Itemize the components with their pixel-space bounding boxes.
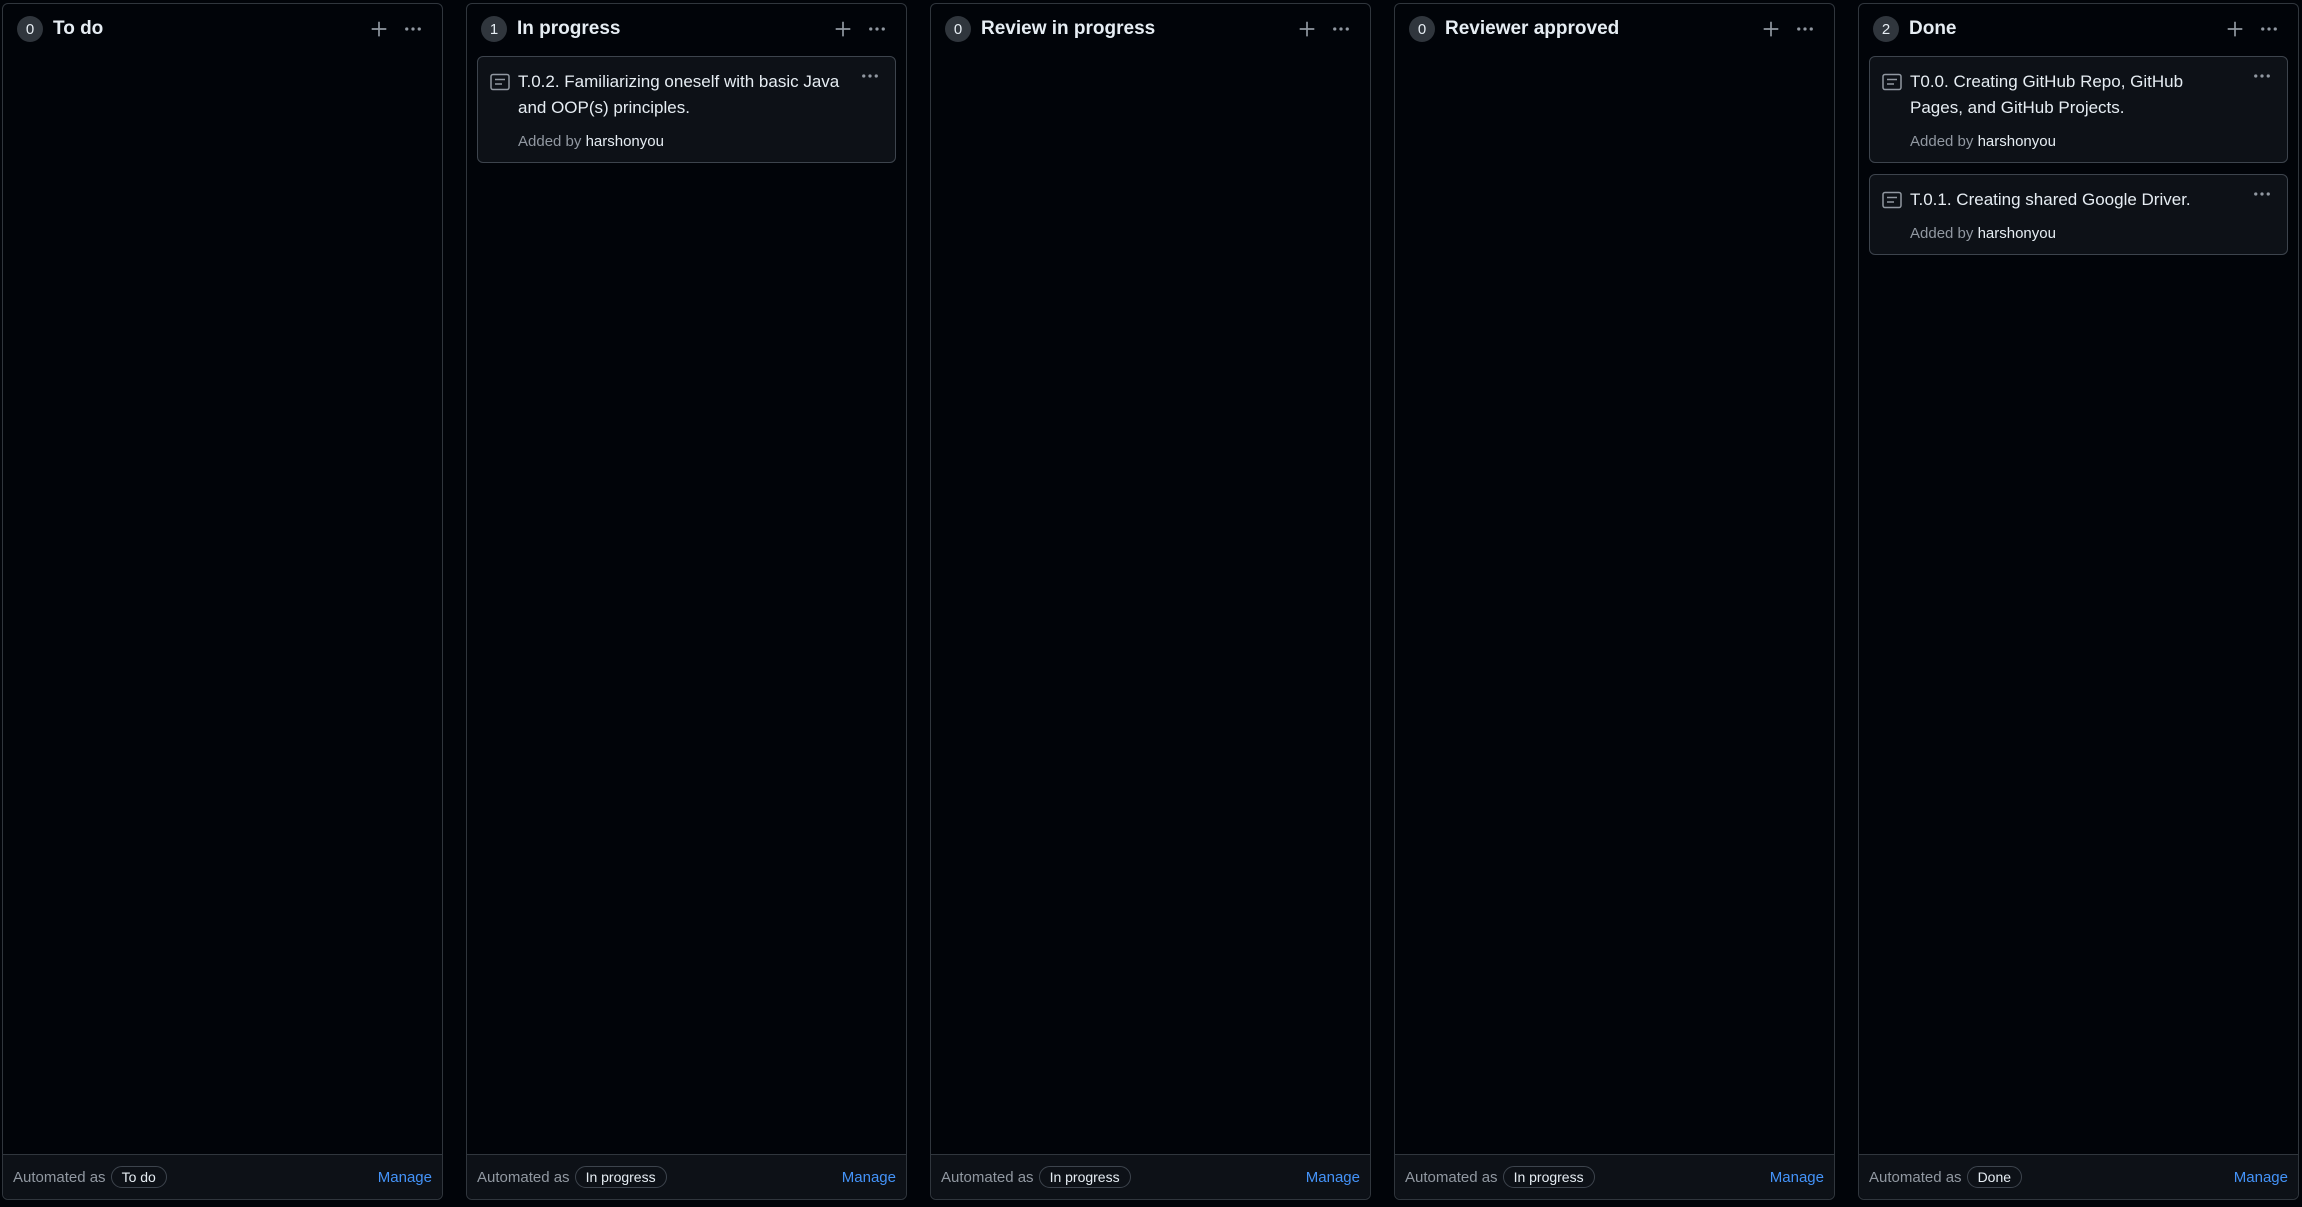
column-title: Done <box>1909 18 1957 39</box>
kebab-horizontal-icon <box>405 27 421 31</box>
column-footer: Automated as To do Manage <box>3 1154 442 1199</box>
column-header: 1 In progress <box>467 4 906 54</box>
column-menu-button[interactable] <box>860 12 894 46</box>
card-title: T.0.2. Familiarizing oneself with basic … <box>518 72 840 117</box>
card-menu-button[interactable] <box>2245 181 2279 207</box>
project-board: 0 To do Automated as To do Manage 1 In p… <box>0 0 2302 1207</box>
column-card-count: 1 <box>481 16 507 42</box>
manage-automation-link[interactable]: Manage <box>1770 1169 1824 1186</box>
column-footer: Automated as In progress Manage <box>1395 1154 1834 1199</box>
column-footer: Automated as In progress Manage <box>931 1154 1370 1199</box>
column-header: 2 Done <box>1859 4 2298 54</box>
manage-automation-link[interactable]: Manage <box>842 1169 896 1186</box>
column-card-count: 0 <box>1409 16 1435 42</box>
column-title: To do <box>53 18 104 39</box>
card-meta: Added by harshonyou <box>1910 133 2233 150</box>
column-reviewer-approved: 0 Reviewer approved Automated as In prog… <box>1394 3 1835 1200</box>
column-menu-button[interactable] <box>396 12 430 46</box>
manage-automation-link[interactable]: Manage <box>2234 1169 2288 1186</box>
column-title: Reviewer approved <box>1445 18 1620 39</box>
card-title: T.0.1. Creating shared Google Driver. <box>1910 190 2191 209</box>
automation-badge: In progress <box>1038 1166 1131 1188</box>
column-menu-button[interactable] <box>1324 12 1358 46</box>
column-review-in-progress: 0 Review in progress Automated as In pro… <box>930 3 1371 1200</box>
automated-label: Automated as <box>1405 1168 1498 1186</box>
column-cards: T0.0. Creating GitHub Repo, GitHub Pages… <box>1859 54 2298 1154</box>
plus-icon <box>371 21 387 37</box>
plus-icon <box>2227 21 2243 37</box>
automation-badge: To do <box>110 1166 167 1188</box>
add-card-button[interactable] <box>2218 12 2252 46</box>
column-menu-button[interactable] <box>1788 12 1822 46</box>
automation-badge: In progress <box>574 1166 667 1188</box>
added-by-label: Added by <box>518 133 582 150</box>
card-meta: Added by harshonyou <box>1910 225 2233 242</box>
kebab-horizontal-icon <box>2254 192 2270 196</box>
added-by-label: Added by <box>1910 225 1974 242</box>
column-card-count: 0 <box>945 16 971 42</box>
card-menu-button[interactable] <box>853 63 887 89</box>
card-menu-button[interactable] <box>2245 63 2279 89</box>
plus-icon <box>835 21 851 37</box>
column-footer: Automated as In progress Manage <box>467 1154 906 1199</box>
column-cards <box>3 54 442 1154</box>
card-meta: Added by harshonyou <box>518 133 841 150</box>
kebab-horizontal-icon <box>2254 74 2270 78</box>
column-cards: T.0.2. Familiarizing oneself with basic … <box>467 54 906 1154</box>
kebab-horizontal-icon <box>869 27 885 31</box>
card-title: T0.0. Creating GitHub Repo, GitHub Pages… <box>1910 72 2184 117</box>
automated-label: Automated as <box>941 1168 1034 1186</box>
column-card-count: 2 <box>1873 16 1899 42</box>
note-icon <box>1882 191 1902 214</box>
card-author[interactable]: harshonyou <box>1978 133 2056 150</box>
column-footer: Automated as Done Manage <box>1859 1154 2298 1199</box>
project-card[interactable]: T0.0. Creating GitHub Repo, GitHub Pages… <box>1869 56 2288 163</box>
manage-automation-link[interactable]: Manage <box>1306 1169 1360 1186</box>
column-in-progress: 1 In progress T.0.2. Familiarizing onese… <box>466 3 907 1200</box>
column-done: 2 Done T0.0. Creating GitHub Repo, GitHu… <box>1858 3 2299 1200</box>
kebab-horizontal-icon <box>862 74 878 78</box>
column-header: 0 Reviewer approved <box>1395 4 1834 54</box>
plus-icon <box>1763 21 1779 37</box>
column-to-do: 0 To do Automated as To do Manage <box>2 3 443 1200</box>
column-title: Review in progress <box>981 18 1156 39</box>
automated-label: Automated as <box>477 1168 570 1186</box>
note-icon <box>490 73 510 96</box>
automation-badge: In progress <box>1502 1166 1595 1188</box>
add-card-button[interactable] <box>826 12 860 46</box>
kebab-horizontal-icon <box>1797 27 1813 31</box>
column-cards <box>931 54 1370 1154</box>
column-header: 0 To do <box>3 4 442 54</box>
column-card-count: 0 <box>17 16 43 42</box>
automation-badge: Done <box>1966 1166 2023 1188</box>
automated-label: Automated as <box>1869 1168 1962 1186</box>
add-card-button[interactable] <box>362 12 396 46</box>
kebab-horizontal-icon <box>2261 27 2277 31</box>
add-card-button[interactable] <box>1754 12 1788 46</box>
added-by-label: Added by <box>1910 133 1974 150</box>
column-cards <box>1395 54 1834 1154</box>
column-menu-button[interactable] <box>2252 12 2286 46</box>
card-author[interactable]: harshonyou <box>586 133 664 150</box>
manage-automation-link[interactable]: Manage <box>378 1169 432 1186</box>
add-card-button[interactable] <box>1290 12 1324 46</box>
kebab-horizontal-icon <box>1333 27 1349 31</box>
project-card[interactable]: T.0.1. Creating shared Google Driver. Ad… <box>1869 174 2288 255</box>
card-author[interactable]: harshonyou <box>1978 225 2056 242</box>
column-title: In progress <box>517 18 621 39</box>
column-header: 0 Review in progress <box>931 4 1370 54</box>
plus-icon <box>1299 21 1315 37</box>
project-card[interactable]: T.0.2. Familiarizing oneself with basic … <box>477 56 896 163</box>
note-icon <box>1882 73 1902 96</box>
automated-label: Automated as <box>13 1168 106 1186</box>
